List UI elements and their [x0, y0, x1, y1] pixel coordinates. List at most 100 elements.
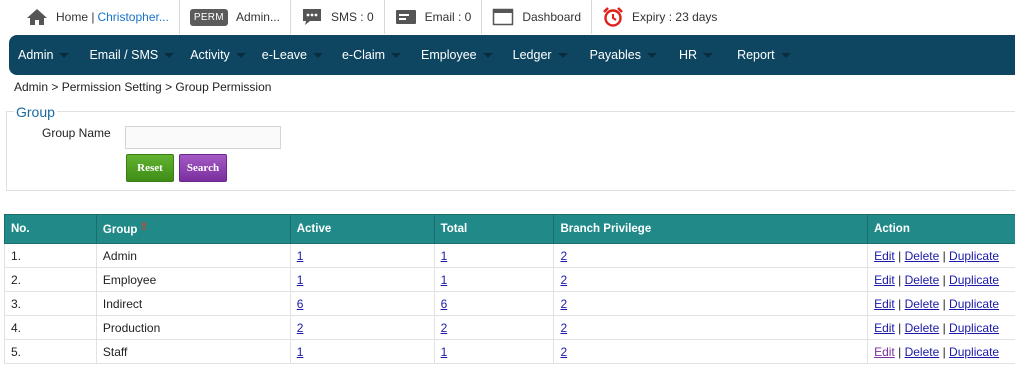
- row-number: 3.: [4, 291, 97, 316]
- duplicate-link[interactable]: Duplicate: [949, 273, 999, 287]
- group-name-cell: Staff: [95, 339, 291, 364]
- group-legend: Group: [14, 104, 57, 120]
- nav-ledger[interactable]: Ledger: [513, 35, 568, 75]
- duplicate-link[interactable]: Duplicate: [949, 249, 999, 263]
- action-separator: |: [939, 344, 950, 359]
- envelope-icon: [395, 9, 417, 25]
- edit-link[interactable]: Edit: [874, 249, 895, 263]
- action-separator: |: [894, 296, 905, 311]
- delete-link[interactable]: Delete: [905, 249, 940, 263]
- action-cell: Edit | Delete | Duplicate: [867, 267, 1015, 292]
- nav-label: Employee: [421, 48, 477, 62]
- top-status-bar: Home | Christopher... PERM Admin... SMS …: [0, 0, 1015, 34]
- active-count-link[interactable]: 1: [297, 249, 304, 263]
- nav-admin[interactable]: Admin: [18, 35, 70, 75]
- delete-link[interactable]: Delete: [905, 273, 940, 287]
- chevron-down-icon: [647, 52, 658, 58]
- expiry-indicator[interactable]: Expiry : 23 days: [592, 0, 727, 34]
- user-name[interactable]: Christopher...: [97, 10, 168, 24]
- column-header-label: Group: [102, 223, 138, 236]
- nav-payables[interactable]: Payables: [590, 35, 658, 75]
- group-name-cell: Indirect: [95, 291, 291, 316]
- duplicate-link[interactable]: Duplicate: [949, 345, 999, 359]
- branch-privilege-cell: 2: [553, 267, 869, 292]
- sms-count: SMS : 0: [330, 10, 374, 24]
- duplicate-link[interactable]: Duplicate: [949, 297, 999, 311]
- nav-activity[interactable]: Activity: [190, 35, 246, 75]
- chevron-down-icon: [391, 52, 402, 58]
- column-header-active: Active: [289, 214, 435, 244]
- nav-email-sms[interactable]: Email / SMS: [89, 35, 175, 75]
- home-icon: [26, 8, 48, 26]
- active-count-link[interactable]: 1: [297, 273, 304, 287]
- column-header-total: Total: [433, 214, 555, 244]
- sort-arrow-icon: ⇧: [139, 220, 149, 233]
- home-link[interactable]: Home | Christopher...: [0, 0, 180, 34]
- admin-menu[interactable]: PERM Admin...: [180, 0, 291, 34]
- total-count-cell: 1: [433, 267, 555, 292]
- branch-privilege-cell: 2: [553, 315, 869, 340]
- chevron-down-icon: [164, 52, 175, 58]
- nav-hr[interactable]: HR: [679, 35, 714, 75]
- row-number: 1.: [4, 243, 97, 268]
- total-count-link[interactable]: 1: [441, 273, 448, 287]
- total-count-cell: 2: [433, 315, 555, 340]
- table-row: 1. Admin 1 1 2 Edit | Delete | Duplicate: [4, 243, 1015, 268]
- active-count-cell: 1: [289, 243, 435, 268]
- group-permission-table: No. Group ⇧ Active Total Branch Privilege…: [4, 214, 1015, 364]
- chevron-down-icon: [780, 52, 791, 58]
- perm-badge: PERM: [189, 8, 228, 26]
- edit-link[interactable]: Edit: [874, 321, 895, 335]
- group-name-label: Group Name: [42, 126, 111, 140]
- nav-report[interactable]: Report: [737, 35, 791, 75]
- column-header-group[interactable]: Group ⇧: [95, 214, 291, 244]
- search-button[interactable]: Search: [179, 154, 227, 182]
- sms-link[interactable]: SMS : 0: [291, 0, 385, 34]
- group-name-input[interactable]: [125, 126, 281, 149]
- branch-privilege-link[interactable]: 2: [560, 249, 567, 263]
- total-count-link[interactable]: 1: [441, 345, 448, 359]
- active-count-link[interactable]: 2: [297, 321, 304, 335]
- branch-privilege-link[interactable]: 2: [560, 321, 567, 335]
- delete-link[interactable]: Delete: [905, 345, 940, 359]
- branch-privilege-link[interactable]: 2: [560, 297, 567, 311]
- nav-label: Activity: [190, 48, 230, 62]
- active-count-link[interactable]: 6: [297, 297, 304, 311]
- window-icon: [492, 8, 514, 26]
- action-cell: Edit | Delete | Duplicate: [867, 339, 1015, 364]
- chat-bubble-icon: [301, 7, 323, 27]
- action-separator: |: [939, 296, 950, 311]
- nav-e-claim[interactable]: e-Claim: [341, 35, 402, 75]
- column-header-no: No.: [4, 214, 97, 244]
- edit-link[interactable]: Edit: [874, 345, 895, 359]
- nav-label: e-Claim: [341, 48, 386, 62]
- email-link[interactable]: Email : 0: [385, 0, 483, 34]
- action-separator: |: [939, 272, 950, 287]
- nav-employee[interactable]: Employee: [421, 35, 493, 75]
- duplicate-link[interactable]: Duplicate: [949, 321, 999, 335]
- active-count-link[interactable]: 1: [297, 345, 304, 359]
- total-count-link[interactable]: 6: [441, 297, 448, 311]
- nav-label: Report: [737, 48, 775, 62]
- reset-button[interactable]: Reset: [126, 154, 174, 182]
- home-label: Home |: [56, 10, 95, 24]
- active-count-cell: 1: [289, 267, 435, 292]
- chevron-down-icon: [482, 52, 493, 58]
- group-name-cell: Production: [95, 315, 291, 340]
- total-count-link[interactable]: 2: [441, 321, 448, 335]
- dashboard-link[interactable]: Dashboard: [482, 0, 593, 34]
- total-count-link[interactable]: 1: [441, 249, 448, 263]
- admin-label: Admin...: [235, 10, 280, 24]
- edit-link[interactable]: Edit: [874, 273, 895, 287]
- active-count-cell: 2: [289, 315, 435, 340]
- branch-privilege-cell: 2: [553, 243, 869, 268]
- table-row: 3. Indirect 6 6 2 Edit | Delete | Duplic…: [4, 291, 1015, 316]
- branch-privilege-link[interactable]: 2: [560, 273, 567, 287]
- table-header-row: No. Group ⇧ Active Total Branch Privilege…: [4, 214, 1015, 244]
- nav-e-leave[interactable]: e-Leave: [262, 35, 323, 75]
- delete-link[interactable]: Delete: [905, 297, 940, 311]
- action-separator: |: [894, 272, 905, 287]
- edit-link[interactable]: Edit: [874, 297, 895, 311]
- branch-privilege-link[interactable]: 2: [560, 345, 567, 359]
- delete-link[interactable]: Delete: [905, 321, 940, 335]
